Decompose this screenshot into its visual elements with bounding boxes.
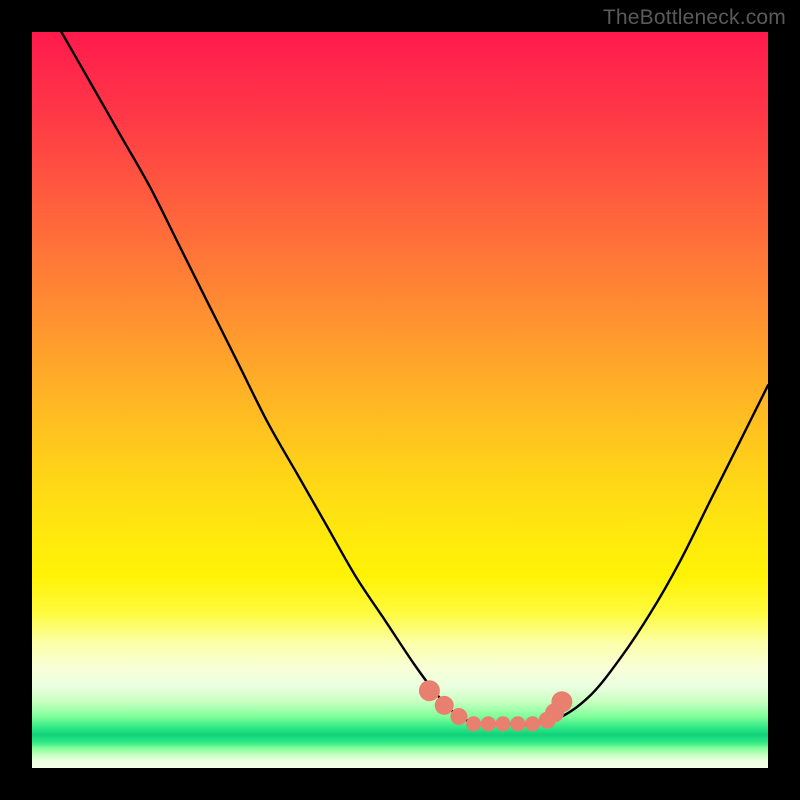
- highlight-dots-group: [419, 680, 573, 731]
- highlight-dot: [496, 716, 511, 731]
- highlight-dot: [450, 708, 467, 725]
- highlight-dot: [481, 716, 496, 731]
- plot-area: [32, 32, 768, 768]
- watermark-text: TheBottleneck.com: [603, 6, 786, 30]
- highlight-dot: [435, 696, 454, 715]
- highlight-dot: [551, 691, 572, 712]
- chart-svg: [32, 32, 768, 768]
- bottleneck-curve: [61, 32, 768, 724]
- highlight-dot: [510, 716, 525, 731]
- highlight-dot: [466, 716, 481, 731]
- highlight-dot: [525, 716, 540, 731]
- highlight-dot: [419, 680, 440, 701]
- outer-frame: TheBottleneck.com: [0, 0, 800, 800]
